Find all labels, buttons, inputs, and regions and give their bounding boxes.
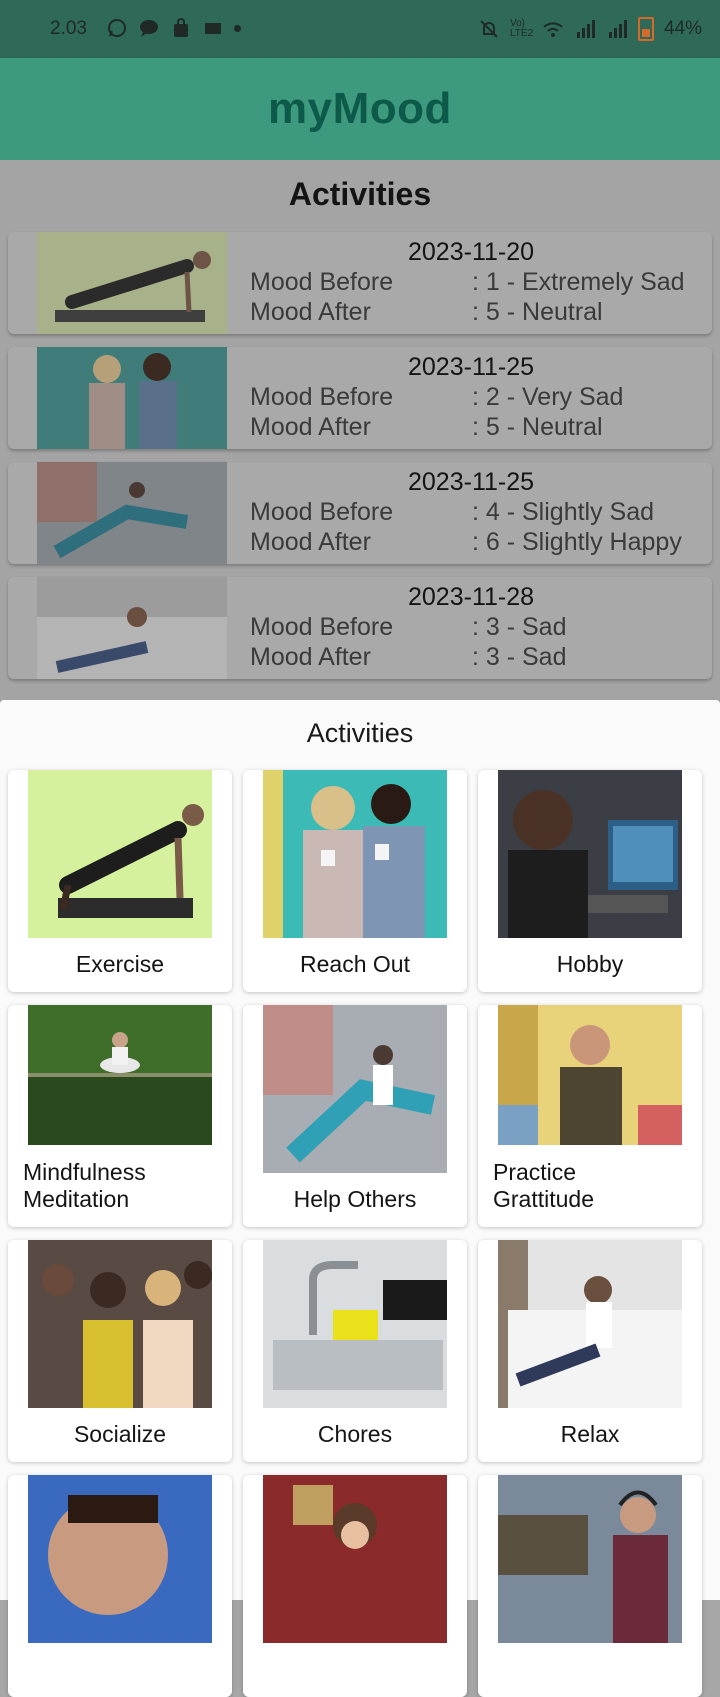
mood-before-label: Mood Before	[250, 268, 394, 296]
help-others-image	[263, 1005, 447, 1173]
help-others-thumbnail	[37, 462, 227, 564]
music-image	[498, 1475, 682, 1643]
mood-before-value: : 2 - Very Sad	[472, 383, 624, 411]
app-bar: myMood	[0, 58, 720, 160]
tile-label: Practice Grattitude	[493, 1159, 594, 1212]
sheet-heading: Activities	[306, 718, 414, 748]
relax-thumbnail	[37, 577, 227, 679]
tile-label: Relax	[560, 1421, 620, 1447]
exercise-thumbnail	[37, 232, 227, 334]
socialize-image	[28, 1240, 212, 1408]
mood-after-value: : 3 - Sad	[472, 643, 567, 671]
history-card[interactable]: 2023-11-25 Mood Before : 4 - Slightly Sad…	[8, 462, 712, 564]
girl-laughing-image	[263, 1475, 447, 1643]
tile-label: Chores	[317, 1421, 393, 1447]
meditation-image	[28, 1005, 212, 1145]
activity-tile-10[interactable]	[8, 1475, 232, 1697]
funny-face-image	[28, 1475, 212, 1643]
shopping-bag-icon	[174, 18, 188, 37]
tile-label: Help Others	[293, 1186, 417, 1212]
mood-before-label: Mood Before	[250, 613, 394, 641]
chores-image	[263, 1240, 447, 1408]
whatsapp-icon	[108, 19, 126, 37]
gratitude-image	[498, 1005, 682, 1145]
exercise-image	[28, 770, 212, 938]
activity-tile-relax[interactable]: Relax	[478, 1240, 702, 1462]
activity-picker-sheet: Activities Exercise Reach Out Hobby Mind…	[0, 700, 720, 1697]
mood-after-value: : 5 - Neutral	[472, 413, 603, 441]
activity-tile-12[interactable]	[478, 1475, 702, 1697]
tile-label: Hobby	[556, 951, 624, 977]
relax-image	[498, 1240, 682, 1408]
activity-tile-11[interactable]	[243, 1475, 467, 1697]
reach-out-thumbnail	[37, 347, 227, 449]
battery-icon	[637, 17, 654, 41]
mood-after-label: Mood After	[250, 298, 371, 326]
tile-label: Reach Out	[300, 951, 410, 977]
history-date: 2023-11-28	[408, 583, 535, 611]
volte-indicator: Vo) LTE2	[509, 18, 534, 39]
more-notifications-dot	[234, 25, 241, 32]
mail-icon	[205, 23, 221, 34]
status-bar: 2.03 Vo) LTE2 44%	[0, 0, 720, 58]
history-date: 2023-11-25	[408, 468, 535, 496]
activity-tile-reach-out[interactable]: Reach Out	[243, 770, 467, 992]
battery-percent: 44%	[663, 18, 702, 39]
mood-after-value: : 5 - Neutral	[472, 298, 603, 326]
signal-icon-2	[608, 20, 627, 38]
mood-after-label: Mood After	[250, 643, 371, 671]
mood-before-label: Mood Before	[250, 383, 394, 411]
mood-after-value: : 6 - Slightly Happy	[472, 528, 682, 556]
app-title: myMood	[268, 84, 452, 133]
chat-bubble-icon	[140, 20, 158, 37]
wifi-icon	[543, 22, 563, 37]
activity-tile-hobby[interactable]: Hobby	[478, 770, 702, 992]
activity-tile-socialize[interactable]: Socialize	[8, 1240, 232, 1462]
activity-tile-help-others[interactable]: Help Others	[243, 1005, 467, 1227]
history-date: 2023-11-20	[408, 238, 535, 266]
mood-after-label: Mood After	[250, 528, 371, 556]
activity-tile-practice-grattitude[interactable]: Practice Grattitude	[478, 1005, 702, 1227]
mood-after-label: Mood After	[250, 413, 371, 441]
mood-before-value: : 4 - Slightly Sad	[472, 498, 655, 526]
mood-before-value: : 3 - Sad	[472, 613, 567, 641]
mute-icon	[480, 20, 498, 38]
activity-tile-mindfulness-meditation[interactable]: Mindfulness Meditation	[8, 1005, 232, 1227]
tile-label: Mindfulness Meditation	[23, 1159, 146, 1212]
tile-label: Socialize	[73, 1421, 167, 1447]
mood-before-label: Mood Before	[250, 498, 394, 526]
system-icons: Vo) LTE2 44%	[478, 17, 702, 41]
history-heading: Activities	[288, 176, 432, 212]
hobby-image	[498, 770, 682, 938]
reach-out-image	[263, 770, 447, 938]
history-card[interactable]: 2023-11-20 Mood Before : 1 - Extremely Sa…	[8, 232, 712, 334]
tile-label: Exercise	[75, 951, 165, 977]
notification-icons	[106, 17, 241, 39]
activity-history: Activities 2023-11-20 Mood Before : 1 - E…	[0, 160, 720, 700]
history-card[interactable]: 2023-11-28 Mood Before : 3 - Sad Mood Aft…	[8, 577, 712, 679]
activity-tile-chores[interactable]: Chores	[243, 1240, 467, 1462]
history-card[interactable]: 2023-11-25 Mood Before : 2 - Very Sad Moo…	[8, 347, 712, 449]
activity-tile-exercise[interactable]: Exercise	[8, 770, 232, 992]
status-time: 2.03	[50, 18, 87, 39]
mood-before-value: : 1 - Extremely Sad	[472, 268, 685, 296]
signal-icon	[576, 20, 595, 38]
history-date: 2023-11-25	[408, 353, 535, 381]
